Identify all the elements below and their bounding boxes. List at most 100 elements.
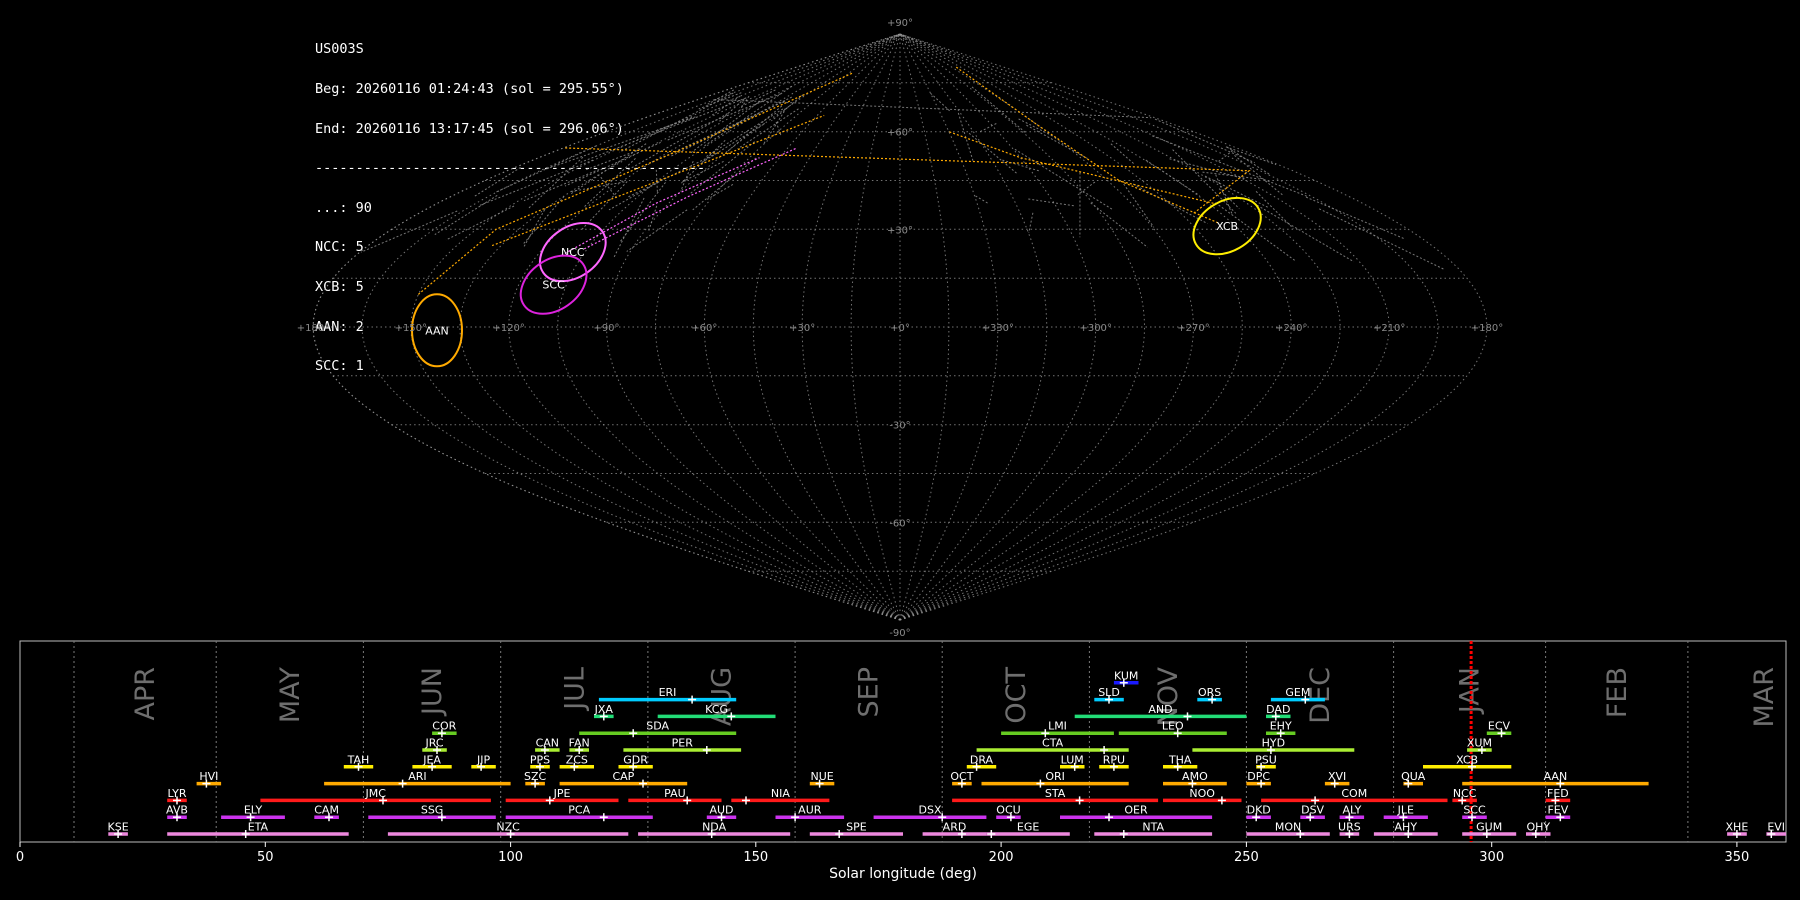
shower-label: JRC — [424, 737, 443, 750]
month-label: SEP — [854, 667, 885, 717]
shower-label: ORS — [1198, 686, 1221, 699]
shower-xcb: XCB — [1423, 753, 1512, 771]
shower-label: NTA — [1142, 821, 1164, 834]
shower-pau: PAU — [628, 787, 722, 805]
x-tick-label: 50 — [257, 850, 274, 865]
shower-jrc: JRC — [422, 737, 447, 754]
shower-label: AVB — [166, 804, 188, 817]
shower-label: COR — [432, 720, 456, 733]
shower-ard: ARD — [922, 821, 987, 838]
shower-hvi: HVI — [196, 770, 222, 788]
shower-pps: PPS — [530, 753, 550, 771]
shower-label: GUM — [1476, 821, 1502, 834]
shower-label: PAU — [664, 787, 686, 800]
month-label: FEB — [1602, 667, 1633, 718]
sporadic-trail — [702, 85, 793, 148]
shower-bars: KUM ERI SLD ORS GEM JXA KCG AND DAD COR SDA LMI LEO E… — [108, 669, 1786, 838]
sporadic-trail — [1018, 118, 1060, 140]
shower-label: NDA — [702, 821, 727, 834]
shower-label: SDA — [646, 720, 669, 733]
sporadic-trail — [1249, 200, 1355, 263]
shower-ocu: OCU — [996, 804, 1021, 822]
sporadic-trail — [957, 112, 974, 162]
shower-kse: KSE — [108, 821, 129, 838]
shower-ege: EGE — [986, 821, 1070, 838]
longitude-tick-label: +180° — [297, 323, 329, 334]
shower-label: STA — [1045, 787, 1066, 800]
shower-sta: STA — [952, 787, 1159, 805]
shower-label: JXA — [594, 703, 614, 716]
sporadic-trail — [1090, 202, 1148, 248]
x-axis: 0 50 100 150 200 250 300 350 — [16, 842, 1749, 865]
shower-dad: DAD — [1266, 703, 1291, 721]
shower-nue: NUE — [809, 770, 835, 788]
shower-jip: JIP — [471, 753, 496, 771]
shower-kum: KUM — [1113, 669, 1139, 687]
sporadic-trail — [771, 94, 804, 122]
shower-label: AUD — [709, 804, 733, 817]
shower-xvi: XVI — [1324, 770, 1350, 788]
sporadic-trail — [1172, 149, 1237, 214]
sporadic-trail — [360, 210, 458, 253]
shower-trail — [417, 72, 853, 295]
shower-label: EVI — [1767, 821, 1785, 834]
shower-pca: PCA — [505, 804, 653, 822]
shower-dsv: DSV — [1300, 804, 1325, 822]
shower-label: FEV — [1547, 804, 1568, 817]
shower-label: ERI — [659, 686, 677, 699]
shower-label: LEO — [1162, 720, 1184, 733]
sporadic-trail — [522, 196, 565, 246]
shower-dra: DRA — [966, 753, 997, 771]
shower-zcs: ZCS — [559, 753, 594, 771]
latitude-tick-label: -30° — [889, 421, 910, 432]
shower-label: ELY — [244, 804, 263, 817]
shower-tha: THA — [1163, 753, 1198, 771]
sporadic-trail — [1169, 158, 1245, 180]
shower-cta: CTA — [976, 737, 1129, 754]
x-tick-label: 150 — [743, 850, 768, 865]
shower-label: CTA — [1042, 737, 1064, 750]
shower-label: DKD — [1247, 804, 1271, 817]
shower-label: NZC — [496, 821, 520, 834]
shower-label: DPC — [1247, 770, 1270, 783]
longitude-tick-label: +90° — [593, 323, 619, 334]
shower-label: KCG — [705, 703, 728, 716]
shower-szc: SZC — [524, 770, 547, 788]
sporadic-trail — [680, 161, 694, 192]
shower-cap: CAP — [559, 770, 688, 788]
shower-ncc: NCC — [1452, 787, 1477, 805]
shower-label: COM — [1341, 787, 1367, 800]
shower-lyr: LYR — [167, 787, 187, 805]
shower-cor: COR — [432, 720, 457, 738]
x-tick-label: 300 — [1479, 850, 1504, 865]
shower-label: NIA — [771, 787, 790, 800]
radiant-label: XCB — [1216, 220, 1238, 233]
latitude-tick-label: +60° — [887, 128, 913, 139]
shower-label: JLE — [1397, 804, 1414, 817]
shower-jle: JLE — [1383, 804, 1428, 822]
sporadic-trail — [1123, 183, 1155, 228]
shower-label: AHY — [1395, 821, 1418, 834]
shower-label: DSV — [1301, 804, 1324, 817]
shower-oct: OCT — [950, 770, 974, 788]
shower-sld: SLD — [1094, 686, 1124, 704]
month-label: JUN — [417, 667, 448, 717]
month-label: OCT — [1001, 667, 1032, 724]
longitude-tick-label: +240° — [1275, 323, 1307, 334]
shower-label: XUM — [1467, 737, 1492, 750]
shower-ehy: EHY — [1266, 720, 1296, 738]
shower-label: PCA — [568, 804, 590, 817]
shower-ori: ORI — [981, 770, 1129, 788]
shower-scc: SCC — [1462, 804, 1487, 822]
sporadic-trail — [1028, 198, 1076, 207]
shower-label: OHY — [1526, 821, 1550, 834]
shower-noo: NOO — [1163, 787, 1242, 805]
longitude-tick-label: +330° — [982, 323, 1014, 334]
shower-eta: ETA — [167, 821, 349, 838]
shower-label: SZC — [524, 770, 547, 783]
shower-and: AND — [1074, 703, 1247, 721]
shower-rpu: RPU — [1099, 753, 1129, 771]
shower-aly: ALY — [1339, 804, 1365, 822]
shower-label: NUE — [810, 770, 833, 783]
shower-trail — [955, 66, 1219, 224]
